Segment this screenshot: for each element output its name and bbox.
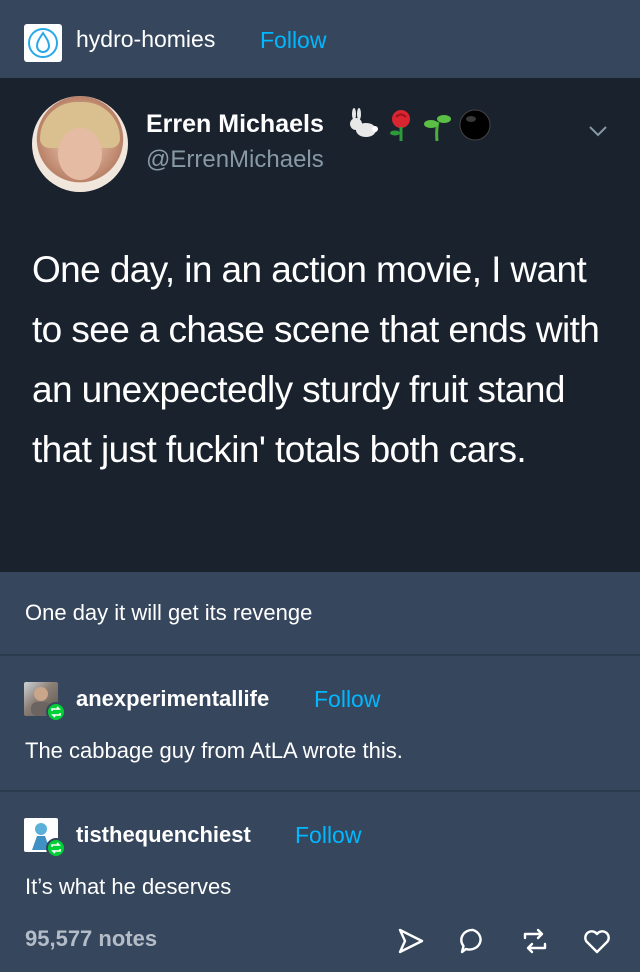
avatar [32,96,128,192]
reply-icon[interactable] [458,926,488,956]
like-icon[interactable] [582,926,612,956]
reblog-badge [46,838,66,858]
follow-button[interactable]: Follow [314,686,380,713]
reblog-blog-name[interactable]: anexperimentallife [76,686,269,712]
follow-button[interactable]: Follow [295,822,361,849]
divider [0,790,640,792]
water-drop-icon [28,28,58,58]
name-emojis [346,108,492,142]
reblog-text: The cabbage guy from AtLA wrote this. [25,738,403,763]
post-header: hydro-homies Follow [0,0,640,80]
share-icon[interactable] [396,926,426,956]
reblog-icon[interactable] [520,926,550,956]
chevron-down-icon[interactable] [588,124,608,138]
black-circle-icon [459,109,491,141]
blog-avatar[interactable] [24,24,62,62]
avatar-face [58,128,102,180]
reblog-small-icon [51,842,61,854]
tweet-handle: @ErrenMichaels [146,146,324,173]
seedling-icon [424,115,451,142]
rabbit-icon [350,108,378,137]
reblog-blog-name[interactable]: tisthequenchiest [76,822,251,848]
rose-icon [390,110,410,141]
tweet-text: One day, in an action movie, I want to s… [32,249,600,470]
divider [0,654,640,656]
reblog-badge [46,702,66,722]
reblog-text: It’s what he deserves [25,874,232,899]
reblog-small-icon [51,706,61,718]
post-caption: One day it will get its revenge [25,600,313,625]
tweet-display-name: Erren Michaels [146,110,324,138]
follow-button[interactable]: Follow [260,27,326,54]
blog-name[interactable]: hydro-homies [76,26,215,53]
reblog-avatar[interactable] [24,818,66,858]
notes-count[interactable]: 95,577 notes [25,926,157,952]
reblog-avatar[interactable] [24,682,66,722]
